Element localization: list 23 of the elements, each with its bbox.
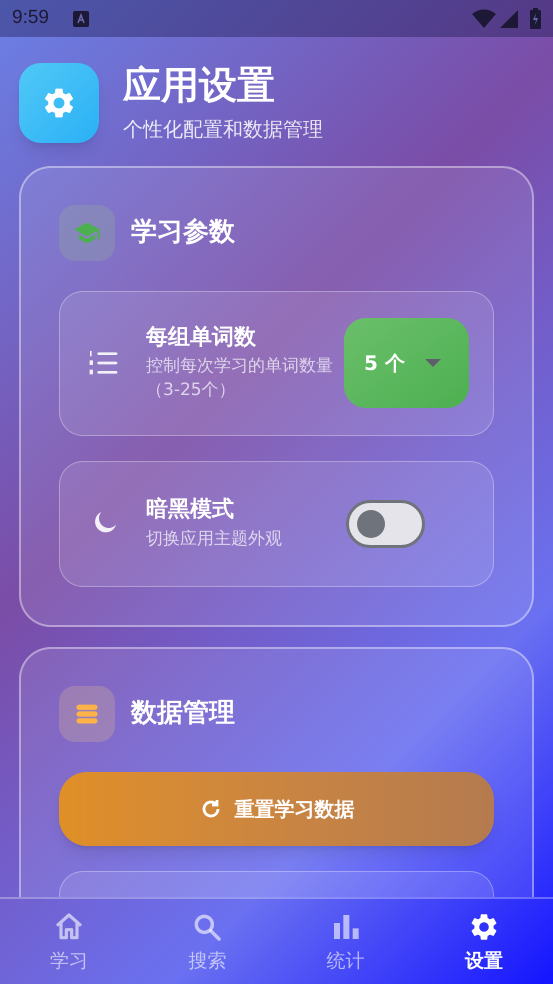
nav-tab[interactable]: 统计 — [276, 911, 415, 976]
section-title: 学习参数 — [131, 216, 235, 249]
section-title: 数据管理 — [131, 697, 235, 730]
database-icon — [59, 686, 115, 742]
setting-description: 切换应用主题外观 — [146, 528, 283, 551]
notification-icon — [72, 10, 89, 26]
signal-icon — [500, 10, 518, 28]
page-subtitle: 个性化配置和数据管理 — [123, 116, 323, 142]
battery-icon — [530, 8, 541, 29]
reset-data-button[interactable]: 重置学习数据 — [59, 772, 494, 846]
setting-title: 每组单词数 — [146, 324, 257, 352]
caret-icon — [425, 357, 441, 369]
setting-description: 控制每次学习的单词数量（3-25个） — [146, 355, 334, 402]
status-time: 9:59 — [12, 6, 49, 30]
page-title: 应用设置 — [123, 62, 276, 109]
nav-tab[interactable]: 学习 — [0, 911, 138, 976]
dark-mode-toggle[interactable] — [346, 500, 425, 548]
nav-tab[interactable]: 设置 — [414, 911, 553, 976]
word-count-dropdown[interactable]: 5 个 — [344, 318, 469, 408]
setting-title: 暗黑模式 — [146, 496, 235, 524]
graduation-cap-icon — [59, 204, 115, 260]
nav-tab[interactable]: 搜索 — [138, 911, 276, 976]
wifi-icon — [472, 8, 496, 28]
